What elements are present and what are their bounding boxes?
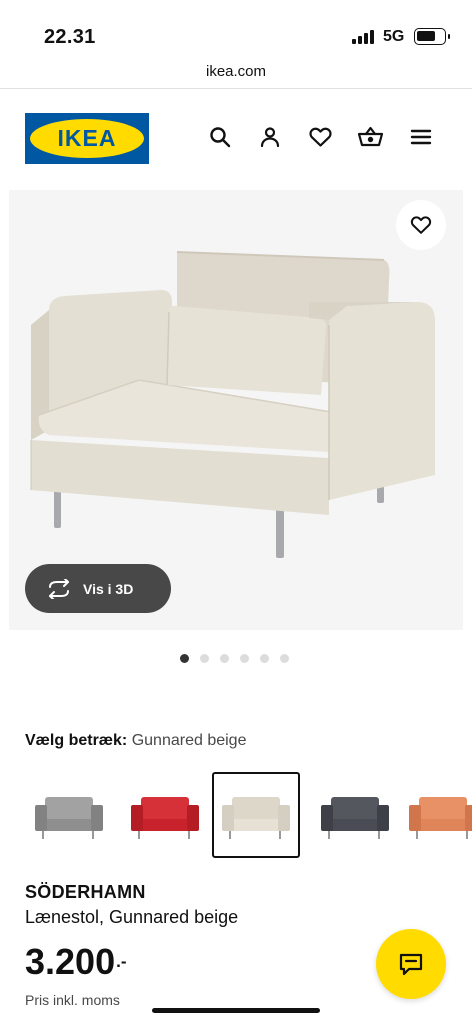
armchair-thumbnail bbox=[321, 797, 389, 839]
armchair-thumbnail bbox=[409, 797, 472, 839]
price-note: Pris inkl. moms bbox=[25, 992, 120, 1008]
rotate-3d-icon bbox=[49, 578, 69, 599]
swatch-option-selected[interactable] bbox=[212, 772, 300, 858]
battery-icon bbox=[414, 28, 450, 45]
cover-value: Gunnared beige bbox=[131, 732, 247, 749]
carousel-dot[interactable] bbox=[240, 654, 249, 663]
carousel-dot[interactable] bbox=[260, 654, 269, 663]
site-header: IKEA bbox=[0, 90, 472, 185]
favorite-button[interactable] bbox=[396, 200, 446, 250]
armchair-thumbnail bbox=[35, 797, 103, 839]
network-label: 5G bbox=[383, 28, 405, 45]
divider bbox=[0, 88, 472, 89]
product-name: SÖDERHAMN bbox=[25, 882, 146, 902]
signal-icon bbox=[352, 30, 374, 44]
ikea-logo[interactable]: IKEA bbox=[25, 113, 149, 164]
heart-icon[interactable] bbox=[306, 123, 334, 151]
status-time: 22.31 bbox=[44, 26, 96, 48]
product-price: 3.200 .- bbox=[25, 942, 126, 982]
swatch-option[interactable] bbox=[403, 772, 472, 858]
cover-selector-heading: Vælg betræk: Gunnared beige bbox=[25, 732, 246, 750]
product-description: Lænestol, Gunnared beige bbox=[25, 907, 239, 927]
home-indicator[interactable] bbox=[152, 1008, 320, 1013]
swatch-option[interactable] bbox=[121, 772, 209, 858]
swatch-option[interactable] bbox=[311, 772, 399, 858]
account-icon[interactable] bbox=[256, 123, 284, 151]
cover-label: Vælg betræk: bbox=[25, 732, 128, 749]
swatch-option[interactable] bbox=[25, 772, 113, 858]
view-in-3d-label: Vis i 3D bbox=[83, 580, 134, 597]
url-text: ikea.com bbox=[205, 63, 267, 80]
status-bar: 22.31 5G bbox=[0, 0, 472, 60]
price-suffix: .- bbox=[116, 952, 127, 971]
carousel-dot[interactable] bbox=[180, 654, 189, 663]
carousel-dot[interactable] bbox=[280, 654, 289, 663]
logo-text: IKEA bbox=[57, 125, 117, 151]
carousel-dot[interactable] bbox=[220, 654, 229, 663]
cover-swatches bbox=[25, 772, 472, 858]
armchair-thumbnail bbox=[222, 797, 290, 839]
search-icon[interactable] bbox=[206, 123, 234, 151]
carousel-dots bbox=[180, 654, 300, 664]
basket-icon[interactable] bbox=[356, 123, 384, 151]
chat-button[interactable] bbox=[376, 929, 446, 999]
price-integer: 3.200 bbox=[25, 941, 116, 982]
carousel-dot[interactable] bbox=[200, 654, 209, 663]
heart-icon bbox=[410, 216, 432, 234]
chat-icon bbox=[399, 953, 423, 976]
address-bar[interactable]: ikea.com bbox=[0, 60, 472, 88]
armchair-thumbnail bbox=[131, 797, 199, 839]
menu-icon[interactable] bbox=[407, 123, 435, 151]
view-in-3d-button[interactable]: Vis i 3D bbox=[25, 564, 171, 613]
